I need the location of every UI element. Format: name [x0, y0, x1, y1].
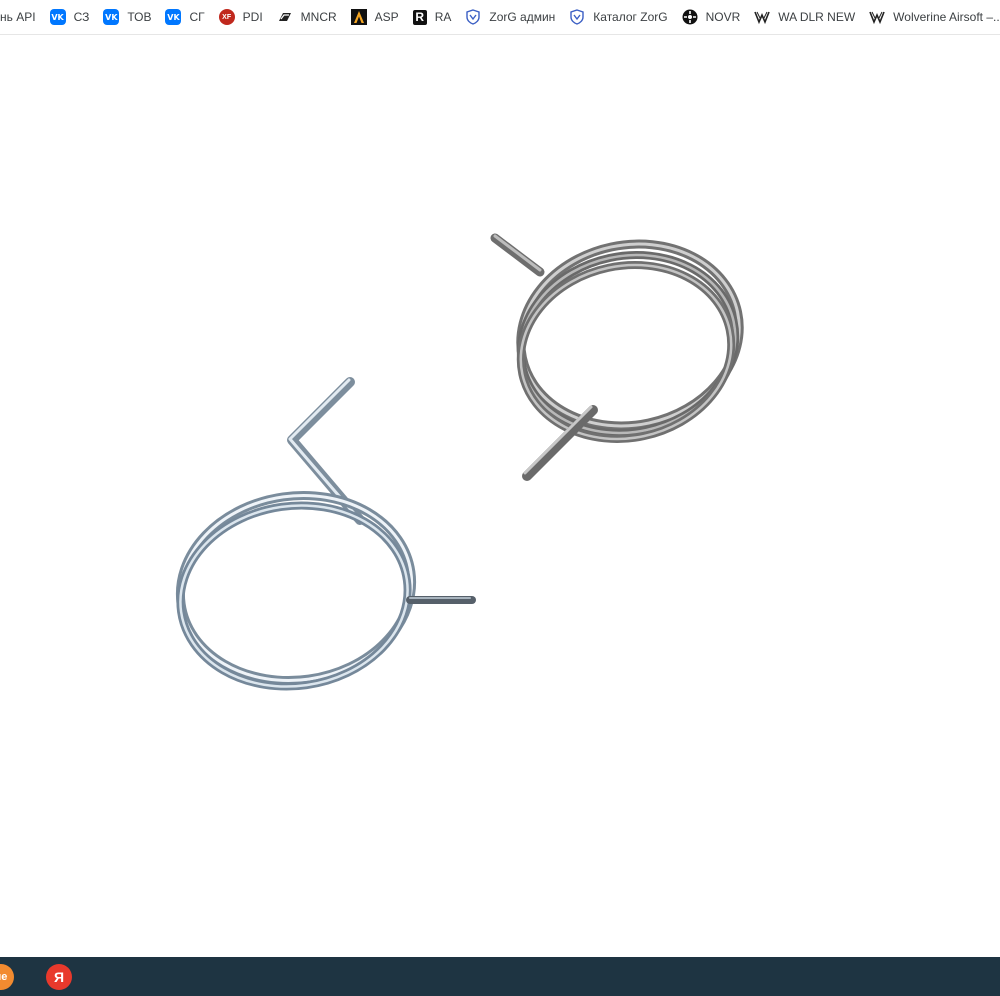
novr-icon — [682, 9, 698, 25]
bookmark-sg[interactable]: VK СГ — [159, 3, 210, 31]
bookmark-mncr[interactable]: MNCR — [271, 3, 343, 31]
bookmark-label: ZorG админ — [489, 10, 556, 24]
bookmark-label: Wolverine Airsoft –... — [893, 10, 1000, 24]
bookmark-zorg-catalog[interactable]: Каталог ZorG — [563, 3, 673, 31]
partial-app-text: не — [0, 971, 8, 983]
bookmark-pdi[interactable]: XF PDI — [213, 3, 269, 31]
wa-icon — [754, 9, 771, 25]
bookmark-label: Каталог ZorG — [593, 10, 668, 24]
bookmark-wolverine[interactable]: Wolverine Airsoft –... — [863, 3, 1000, 31]
left-spring — [175, 377, 476, 691]
xf-icon: XF — [218, 9, 235, 25]
yandex-letter: Я — [53, 969, 65, 985]
bookmark-label: RA — [434, 10, 452, 24]
bookmark-tov[interactable]: VK ТОВ — [97, 3, 157, 31]
bookmarks-bar: нь API VK СЗ VK ТОВ VK СГ XF PDI MNCR AS… — [0, 0, 1000, 35]
bookmark-label: PDI — [242, 10, 263, 24]
asp-icon — [350, 9, 367, 25]
bookmark-asp[interactable]: ASP — [345, 3, 405, 31]
r-icon: R — [412, 9, 427, 25]
bookmark-wa-dlr-new[interactable]: WA DLR NEW — [748, 3, 861, 31]
bookmark-zorg-admin[interactable]: ZorG админ — [459, 3, 561, 31]
bookmark-label: MNCR — [300, 10, 337, 24]
partial-app-icon[interactable]: не — [0, 964, 14, 990]
bookmark-ra[interactable]: R RA — [407, 3, 458, 31]
image-viewer — [0, 35, 1000, 957]
right-spring — [490, 233, 744, 481]
mncr-icon — [277, 9, 293, 25]
taskbar: не Я — [0, 957, 1000, 996]
bookmark-label: СЗ — [73, 10, 90, 24]
vk-icon: VK — [103, 9, 120, 25]
vk-icon: VK — [49, 9, 66, 25]
springs-image — [175, 233, 744, 691]
bookmark-novr[interactable]: NOVR — [676, 3, 747, 31]
bookmark-label: WA DLR NEW — [778, 10, 856, 24]
vk-icon: VK — [165, 9, 182, 25]
bookmark-api[interactable]: нь API — [0, 3, 42, 31]
zorg-shield-icon — [465, 9, 481, 25]
bookmark-label: ТОВ — [127, 10, 152, 24]
zorg-shield-icon — [569, 9, 585, 25]
bookmark-sz[interactable]: VK СЗ — [44, 3, 96, 31]
wa-icon — [869, 9, 885, 25]
bookmark-label: ASP — [374, 10, 399, 24]
yandex-browser-icon[interactable]: Я — [46, 964, 72, 990]
bookmark-label: СГ — [189, 10, 205, 24]
bookmark-label: NOVR — [705, 10, 741, 24]
bookmark-label: нь API — [0, 10, 36, 24]
